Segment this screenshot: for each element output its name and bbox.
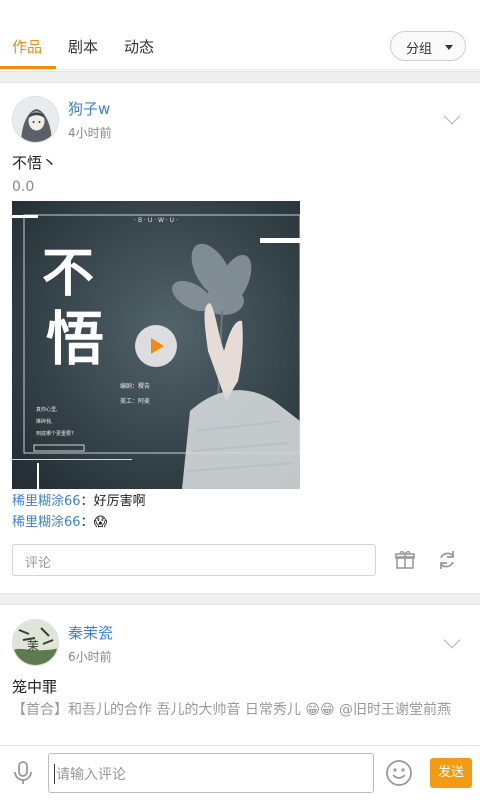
- caret-down-icon: [445, 45, 453, 50]
- cover-line-3: 到底哪个更重要?: [36, 430, 74, 437]
- comment-input-placeholder: 请输入评论: [56, 767, 126, 783]
- post-time: 6小时前: [68, 650, 112, 664]
- comment-input[interactable]: 评论: [12, 544, 376, 576]
- comment-text: 😱: [93, 515, 108, 530]
- tab-activity[interactable]: 动态: [124, 36, 154, 57]
- video-cover[interactable]: 编剧：稷告 美工：阿麦 真你心里, 推碎我, 到底哪个更重要? · B · U …: [12, 201, 300, 489]
- cover-calligraphy-1: 不: [42, 243, 94, 304]
- comment-text-input[interactable]: 请输入评论: [48, 753, 374, 793]
- post-description: 【首合】和吾儿的合作 吾儿的大帅音 日常秀儿 😁😁 @旧时王谢堂前燕: [12, 702, 451, 718]
- post-card: 茉 秦茉瓷 6小时前 笼中罪 【首合】和吾儿的合作 吾儿的大帅音 日常秀儿 😁😁…: [0, 606, 480, 745]
- send-button[interactable]: 发送: [430, 758, 472, 788]
- comment-user[interactable]: 稀里糊涂66: [12, 494, 81, 509]
- post-time: 4小时前: [68, 126, 112, 140]
- bottom-comment-bar: 请输入评论 发送: [0, 745, 480, 800]
- post-title: 笼中罪: [12, 678, 58, 696]
- emoji-icon[interactable]: [385, 759, 413, 787]
- comment-placeholder: 评论: [25, 556, 52, 571]
- gift-icon[interactable]: [394, 549, 416, 571]
- active-tab-indicator: [0, 66, 56, 69]
- post-score: 0.0: [12, 179, 35, 195]
- post-card: 狗子w 4小时前 不悟丶 0.0 编剧：稷告 美工：阿麦 真你心里, 推碎我, …: [0, 84, 480, 592]
- section-divider: [0, 71, 480, 83]
- tab-works[interactable]: 作品: [12, 36, 42, 57]
- top-tab-bar: 作品 剧本 动态 分组: [0, 0, 480, 70]
- comment-item: 稀里糊涂66：好厉害啊: [12, 494, 146, 509]
- cover-calligraphy-2: 悟: [46, 305, 104, 373]
- cover-credit-1: 编剧：稷告: [120, 382, 150, 390]
- share-refresh-icon[interactable]: [436, 549, 458, 571]
- cover-top-text: · B · U · W · U ·: [134, 217, 178, 224]
- comment-text: 好厉害啊: [93, 494, 146, 509]
- tab-scripts[interactable]: 剧本: [68, 36, 98, 57]
- comment-user[interactable]: 稀里糊涂66: [12, 515, 81, 530]
- chevron-down-icon[interactable]: [443, 631, 461, 649]
- post-username[interactable]: 狗子w: [68, 98, 110, 119]
- post-username[interactable]: 秦茉瓷: [68, 622, 113, 643]
- cover-line-1: 真你心里,: [36, 406, 58, 413]
- play-icon[interactable]: [135, 325, 177, 367]
- chevron-down-icon[interactable]: [443, 107, 461, 125]
- cover-credit-2: 美工：阿麦: [120, 397, 150, 405]
- avatar[interactable]: [12, 96, 59, 143]
- section-divider: [0, 593, 480, 605]
- comment-item: 稀里糊涂66：😱: [12, 515, 108, 530]
- group-button-label: 分组: [406, 42, 433, 57]
- svg-text:茉: 茉: [27, 639, 39, 653]
- text-cursor: [54, 764, 55, 784]
- microphone-icon[interactable]: [11, 760, 35, 786]
- avatar[interactable]: 茉: [12, 619, 59, 666]
- cover-line-2: 推碎我,: [36, 418, 53, 425]
- post-title: 不悟丶: [12, 154, 58, 172]
- group-dropdown-button[interactable]: 分组: [390, 31, 466, 61]
